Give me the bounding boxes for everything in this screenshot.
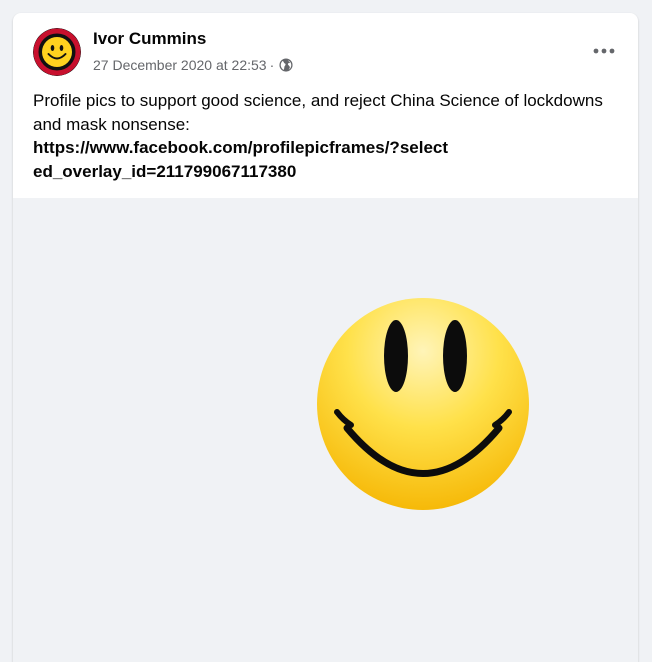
post-link[interactable]: https://www.facebook.com/profilepicframe… <box>33 136 453 183</box>
smiley-face-icon <box>317 298 529 510</box>
avatar-smiley-badge-icon <box>33 28 81 76</box>
post-timestamp[interactable]: 27 December 2020 at 22:53 <box>93 57 267 73</box>
post-text: Profile pics to support good science, an… <box>33 89 623 183</box>
more-options-icon <box>593 48 615 54</box>
post-card: Ivor Cummins 27 December 2020 at 22:53 · <box>13 13 638 662</box>
page: Ivor Cummins 27 December 2020 at 22:53 · <box>0 0 652 662</box>
more-options-button[interactable] <box>586 33 622 69</box>
meta-separator: · <box>269 57 275 73</box>
globe-icon[interactable] <box>279 58 293 72</box>
post-media[interactable] <box>13 198 638 662</box>
author-avatar[interactable] <box>33 28 81 76</box>
post-header: Ivor Cummins 27 December 2020 at 22:53 · <box>13 13 638 93</box>
post-meta: 27 December 2020 at 22:53 · <box>93 57 293 73</box>
post-message: Profile pics to support good science, an… <box>33 91 603 134</box>
author-name[interactable]: Ivor Cummins <box>93 29 206 49</box>
